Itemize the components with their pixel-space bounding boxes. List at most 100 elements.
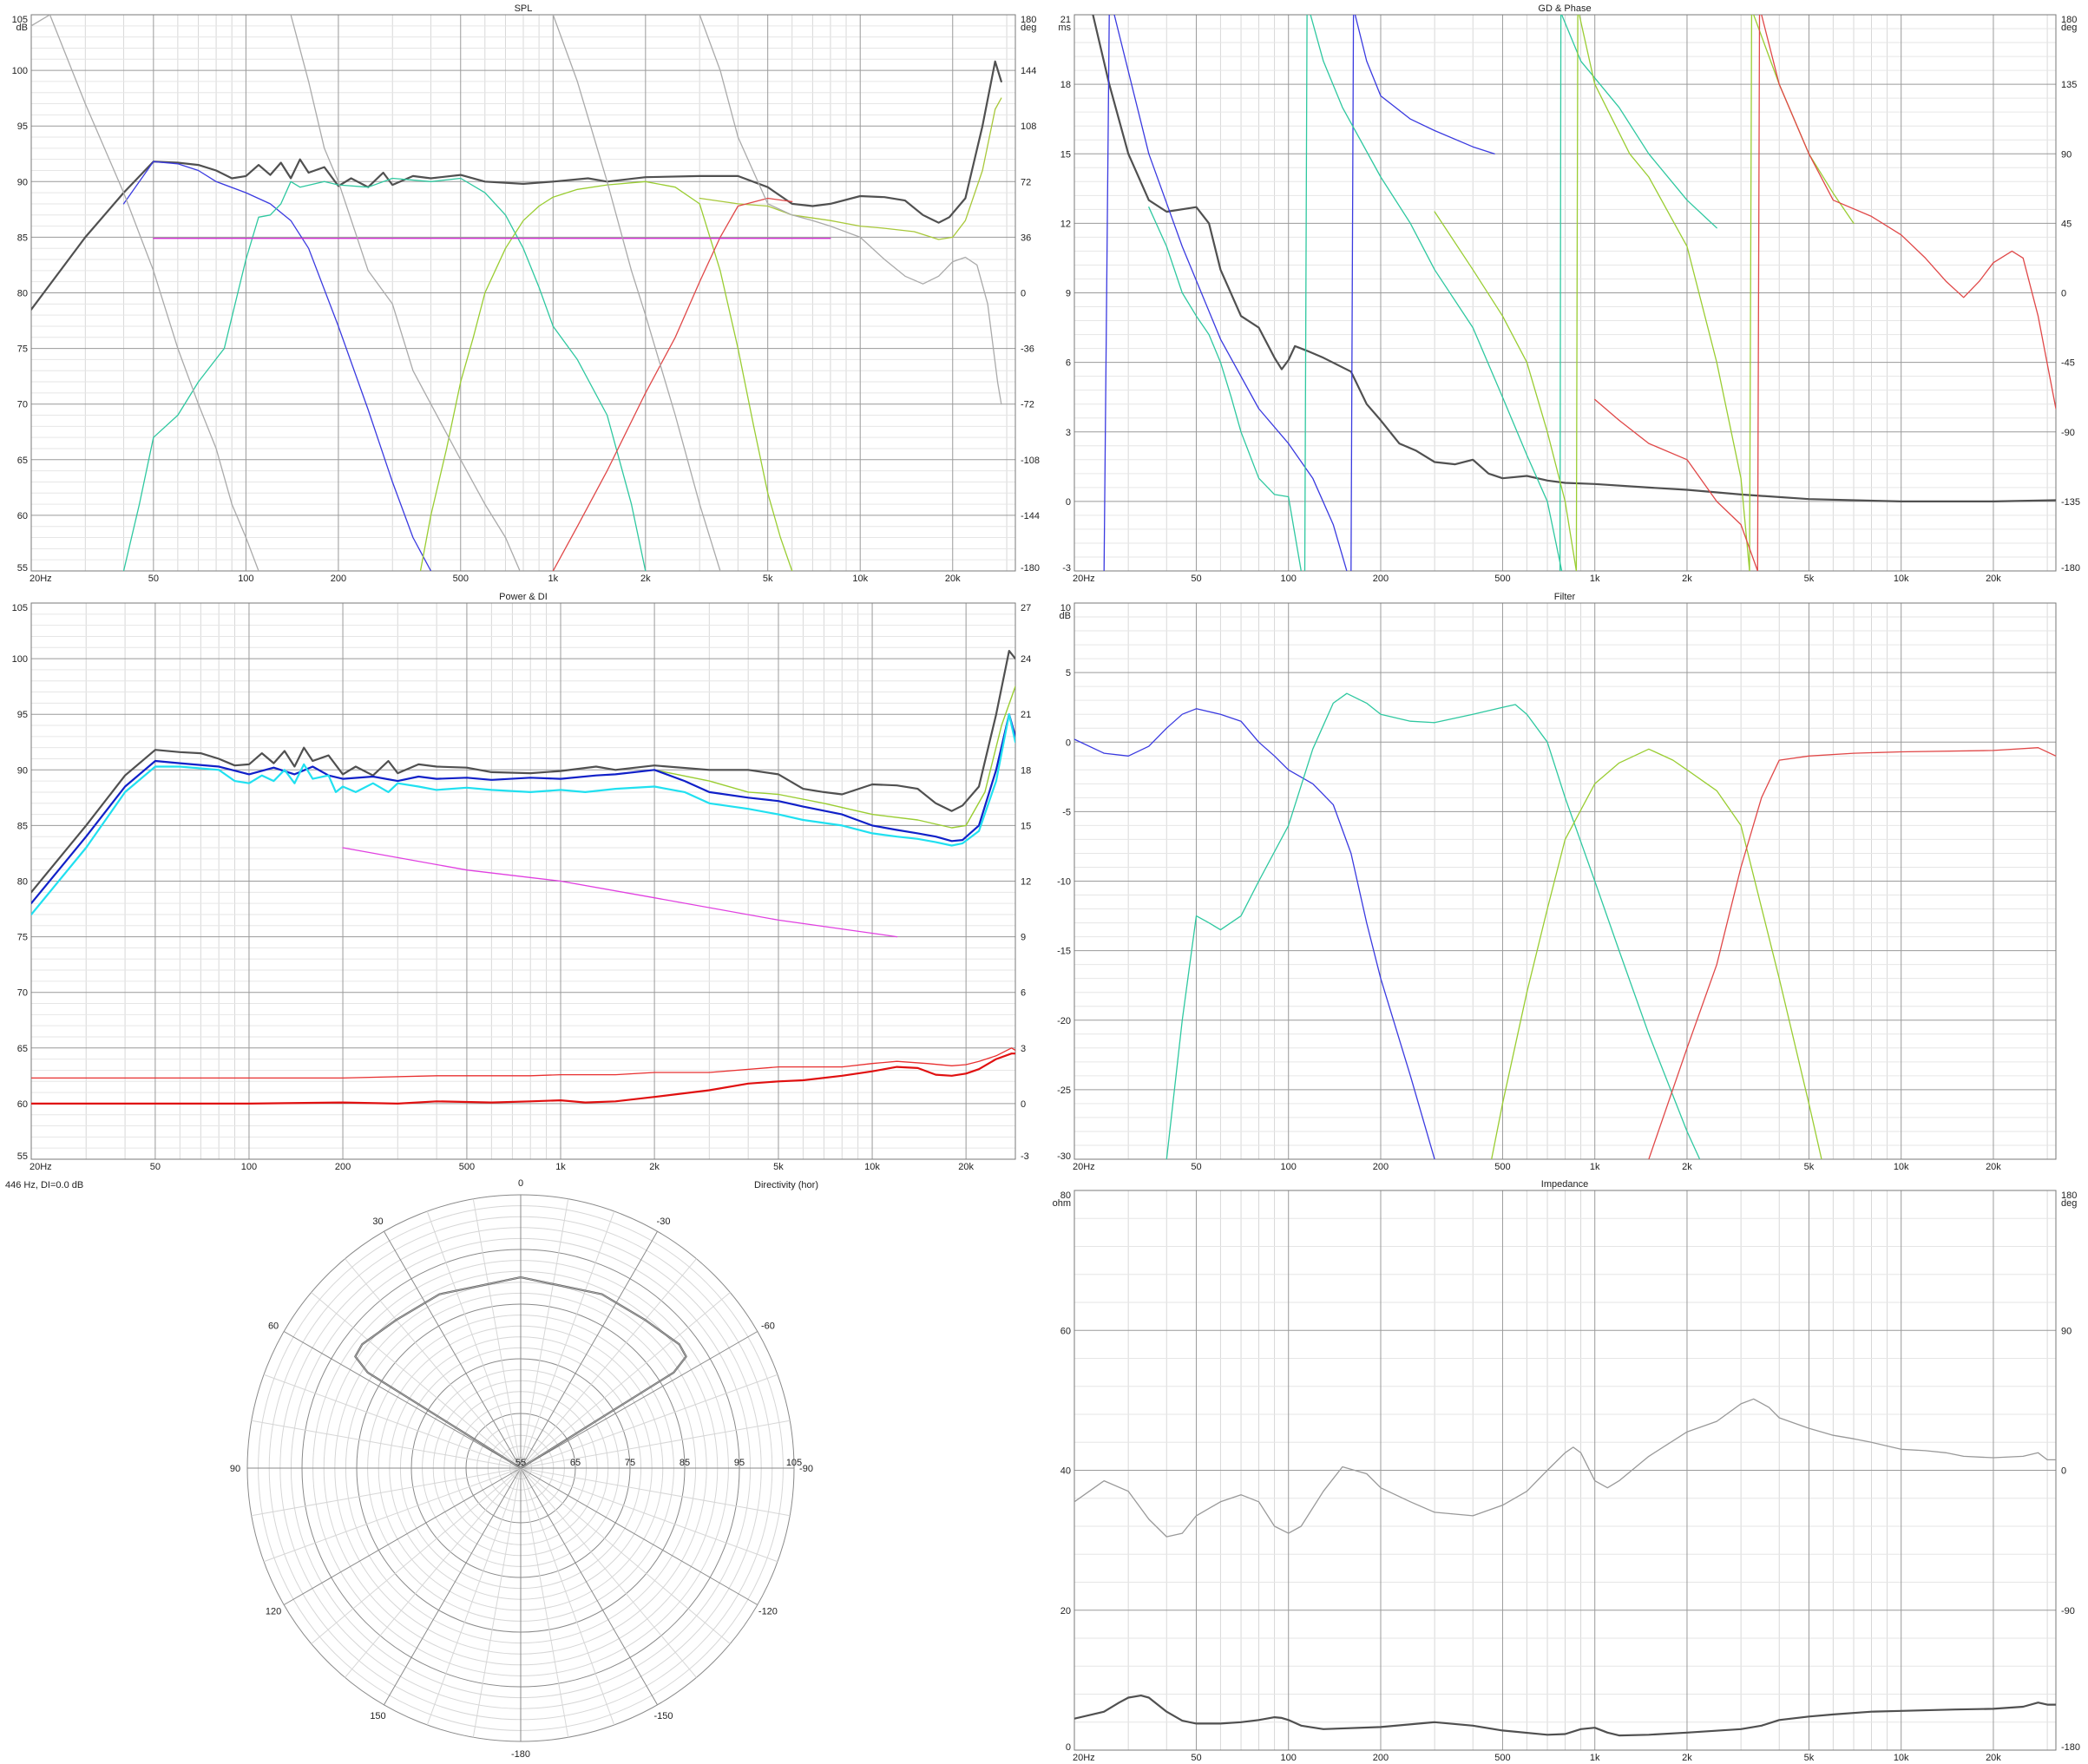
- directivity-title: Directivity (hor): [754, 1180, 818, 1190]
- y2-tick-label: -36: [1021, 344, 1034, 355]
- x-tick-label: 100: [1281, 1162, 1297, 1172]
- x-tick-label: 100: [241, 1162, 257, 1172]
- y2-tick-label: -108: [1021, 456, 1040, 466]
- radial-tick-label: 105: [786, 1458, 802, 1468]
- y-tick-label: 12: [1060, 219, 1071, 229]
- y-tick-label: 85: [17, 233, 28, 243]
- y-unit-label: dB: [1060, 611, 1071, 621]
- y-tick-label: 80: [17, 877, 28, 888]
- x-tick-label: 50: [1191, 1162, 1201, 1172]
- x-tick-label: 200: [1373, 574, 1389, 584]
- x-tick-label: 20Hz: [1073, 1162, 1095, 1172]
- x-tick-label: 20Hz: [1073, 1753, 1095, 1763]
- x-tick-label: 2k: [1682, 574, 1692, 584]
- angle-label: 90: [230, 1464, 240, 1474]
- x-tick-label: 50: [150, 1162, 161, 1172]
- y-tick-label: 0: [1066, 1742, 1071, 1753]
- angle-label: 60: [268, 1321, 279, 1332]
- x-tick-label: 5k: [763, 574, 773, 584]
- x-tick-label: 10k: [1894, 1753, 1909, 1763]
- x-tick-label: 1k: [1590, 1753, 1600, 1763]
- angle-label: -180: [511, 1749, 530, 1760]
- y2-unit-label: deg: [2061, 1198, 2077, 1209]
- y-tick-label: 6: [1066, 358, 1071, 369]
- x-tick-label: 5k: [773, 1162, 784, 1172]
- y2-tick-label: 9: [1021, 933, 1026, 943]
- y-tick-label: -20: [1057, 1016, 1071, 1026]
- y2-tick-label: 21: [1021, 710, 1031, 720]
- y2-tick-label: 0: [2061, 289, 2066, 299]
- angle-label: 30: [372, 1216, 383, 1227]
- y-tick-label: 95: [17, 121, 28, 132]
- x-tick-label: 500: [1494, 1162, 1510, 1172]
- y-unit-label: dB: [16, 23, 28, 33]
- y2-tick-label: -144: [1021, 511, 1040, 521]
- y2-tick-label: -3: [1021, 1151, 1029, 1162]
- radial-tick-label: 85: [680, 1458, 690, 1468]
- radial-tick-label: 95: [734, 1458, 745, 1468]
- chart-title: Filter: [1554, 592, 1576, 602]
- x-tick-label: 50: [148, 574, 159, 584]
- y2-tick-label: 36: [1021, 233, 1031, 243]
- y-tick-label: 0: [1066, 497, 1071, 508]
- y-tick-label: -30: [1057, 1151, 1071, 1162]
- y-tick-label: 95: [17, 710, 28, 720]
- x-tick-label: 20Hz: [1073, 574, 1095, 584]
- y-tick-label: 100: [12, 66, 28, 76]
- x-tick-label: 5k: [1804, 1753, 1815, 1763]
- y2-tick-label: -45: [2061, 358, 2075, 369]
- y-tick-label: 100: [12, 654, 28, 665]
- y-tick-label: 55: [17, 563, 28, 574]
- y-tick-label: 15: [1060, 149, 1071, 160]
- y-tick-label: 9: [1066, 289, 1071, 299]
- y2-tick-label: 27: [1021, 603, 1031, 613]
- chart-title: SPL: [515, 3, 533, 14]
- x-tick-label: 100: [238, 574, 253, 584]
- y-unit-label: ms: [1058, 23, 1071, 33]
- y2-tick-label: -135: [2061, 497, 2080, 508]
- y2-tick-label: 72: [1021, 177, 1031, 187]
- y2-tick-label: 90: [2061, 1326, 2072, 1336]
- x-tick-label: 2k: [1682, 1162, 1692, 1172]
- x-tick-label: 50: [1191, 574, 1201, 584]
- y2-tick-label: -180: [2061, 1742, 2080, 1753]
- y-tick-label: 40: [1060, 1466, 1071, 1477]
- y-tick-label: -15: [1057, 947, 1071, 957]
- angle-label: -150: [653, 1711, 673, 1721]
- angle-label: -30: [657, 1216, 671, 1227]
- y-tick-label: 65: [17, 456, 28, 466]
- angle-label: 120: [266, 1607, 281, 1617]
- x-tick-label: 20k: [1986, 1753, 2001, 1763]
- y-tick-label: 70: [17, 988, 28, 999]
- x-tick-label: 500: [453, 574, 469, 584]
- y2-tick-label: 45: [2061, 219, 2072, 229]
- x-tick-label: 10k: [1894, 574, 1909, 584]
- y-tick-label: 85: [17, 821, 28, 831]
- y-unit-label: ohm: [1053, 1198, 1071, 1209]
- x-tick-label: 100: [1281, 1753, 1297, 1763]
- y2-unit-label: deg: [1021, 23, 1036, 33]
- y-tick-label: 75: [17, 933, 28, 943]
- y-tick-label: -10: [1057, 877, 1071, 888]
- x-tick-label: 1k: [548, 574, 558, 584]
- x-tick-label: 10k: [852, 574, 868, 584]
- y-tick-label: 105: [12, 603, 28, 613]
- x-tick-label: 5k: [1804, 574, 1815, 584]
- x-tick-label: 50: [1191, 1753, 1201, 1763]
- y2-tick-label: -72: [1021, 400, 1034, 410]
- y2-tick-label: 0: [2061, 1466, 2066, 1477]
- chart-title: GD & Phase: [1538, 3, 1591, 14]
- x-tick-label: 100: [1281, 574, 1297, 584]
- directivity-info-label: 446 Hz, DI=0.0 dB: [5, 1180, 83, 1190]
- y-tick-label: 90: [17, 765, 28, 776]
- x-tick-label: 200: [335, 1162, 351, 1172]
- x-tick-label: 1k: [1590, 1162, 1600, 1172]
- angle-label: -120: [758, 1607, 778, 1617]
- y-tick-label: 60: [1060, 1326, 1071, 1336]
- x-tick-label: 500: [1494, 574, 1510, 584]
- chart-title: Impedance: [1541, 1179, 1588, 1190]
- y-tick-label: -3: [1062, 563, 1071, 574]
- y-tick-label: -5: [1062, 807, 1071, 817]
- y-tick-label: 75: [17, 344, 28, 355]
- x-tick-label: 200: [331, 574, 346, 584]
